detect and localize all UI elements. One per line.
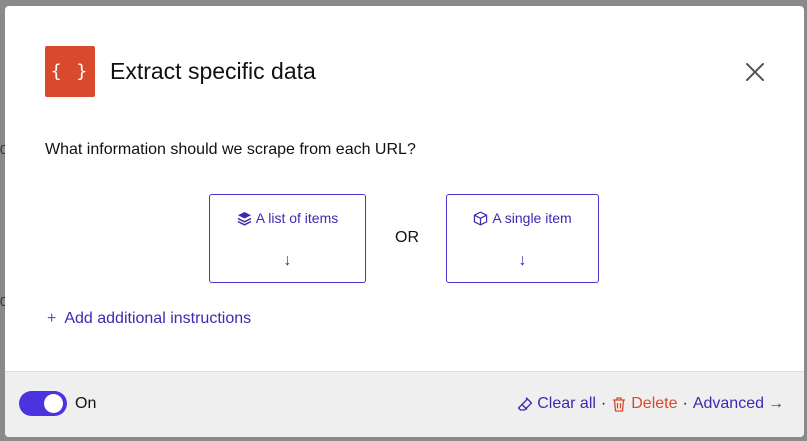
advanced-button[interactable]: Advanced →	[693, 395, 784, 413]
dialog-title: Extract specific data	[110, 58, 316, 84]
json-braces-icon: { }	[45, 46, 95, 97]
arrow-right-icon: →	[768, 395, 784, 412]
arrow-down-icon: ↓	[518, 252, 527, 269]
close-icon	[746, 63, 764, 81]
single-item-option[interactable]: A single item ↓	[446, 194, 599, 283]
separator: ·	[600, 395, 607, 412]
close-button[interactable]	[743, 60, 767, 84]
extract-data-dialog: { } Extract specific data What informati…	[5, 6, 804, 437]
single-item-label: A single item	[492, 210, 572, 226]
advanced-label: Advanced	[692, 395, 764, 412]
enable-toggle[interactable]	[19, 391, 67, 416]
footer-actions: Clear all · Delete · Advanced →	[517, 395, 784, 413]
add-instructions-label: Add additional instructions	[64, 310, 252, 327]
toggle-knob	[44, 394, 63, 413]
trash-icon	[613, 397, 626, 412]
stack-layers-icon	[237, 211, 252, 226]
delete-button[interactable]: Delete	[611, 395, 678, 413]
or-separator: OR	[395, 229, 419, 246]
separator: ·	[682, 395, 688, 412]
plus-icon: +	[47, 310, 57, 327]
scrape-question: What information should we scrape from e…	[45, 141, 416, 158]
eraser-icon	[518, 397, 533, 411]
delete-label: Delete	[631, 395, 678, 412]
list-of-items-option[interactable]: A list of items ↓	[209, 194, 366, 283]
dialog-header: { } Extract specific data	[45, 46, 316, 97]
box-icon	[474, 211, 488, 225]
arrow-down-icon: ↓	[283, 252, 292, 269]
clear-all-button[interactable]: Clear all	[517, 395, 596, 413]
dialog-footer: On Clear all · Delete · Advanced →	[5, 371, 804, 437]
list-of-items-label: A list of items	[255, 210, 339, 226]
clear-all-label: Clear all	[537, 395, 596, 412]
add-instructions-link[interactable]: + Add additional instructions	[47, 310, 251, 328]
toggle-label: On	[75, 395, 97, 412]
